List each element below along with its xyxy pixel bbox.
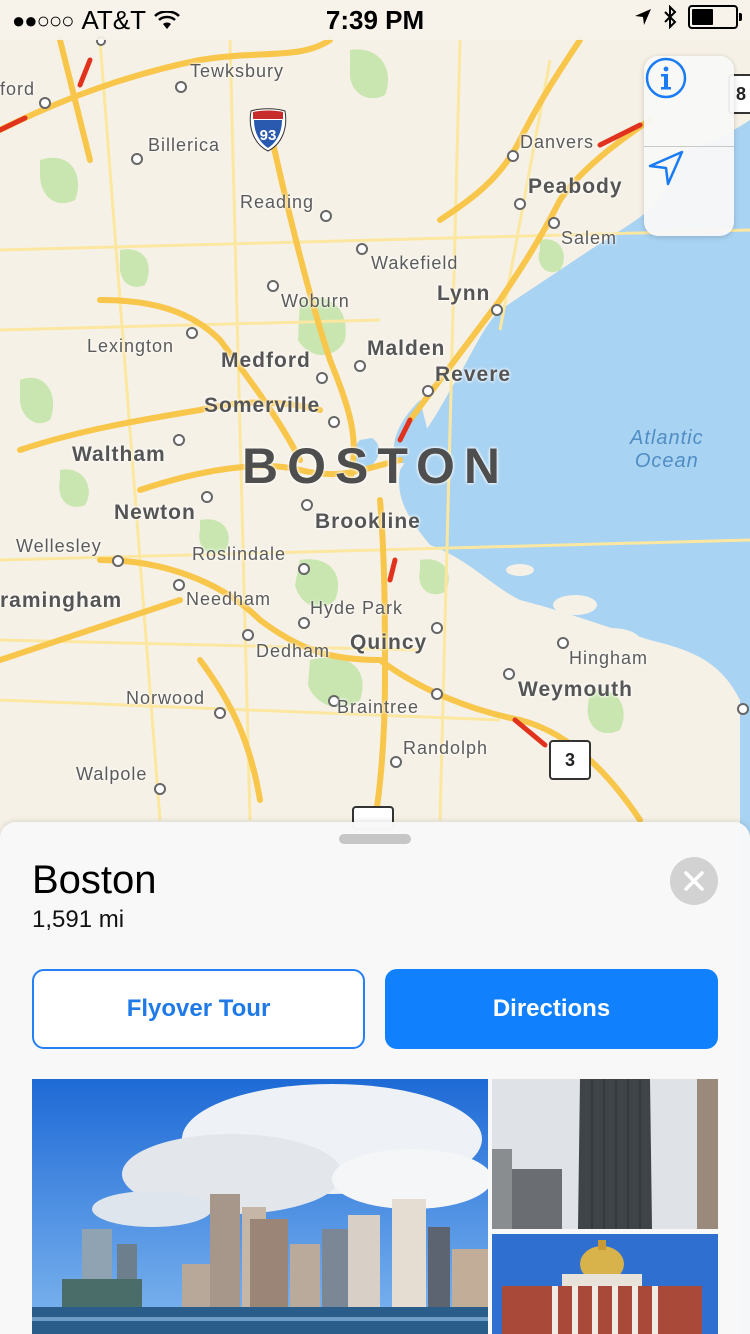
map-label-somerville[interactable]: Somerville (204, 394, 320, 418)
map-label-revere[interactable]: Revere (435, 363, 511, 387)
sheet-grabber-handle[interactable] (339, 834, 411, 844)
map-label-atlantic-ocean: Atlantic Ocean (630, 427, 704, 473)
map-label-roslindale[interactable]: Roslindale (192, 544, 286, 565)
close-icon (684, 871, 704, 891)
directions-button[interactable]: Directions (385, 969, 718, 1049)
map-label-hyde-park[interactable]: Hyde Park (310, 598, 403, 619)
map-label-tewksbury[interactable]: Tewksbury (190, 61, 284, 82)
map-label-brookline[interactable]: Brookline (315, 510, 421, 534)
map-label-wellesley[interactable]: Wellesley (16, 536, 102, 557)
boston-skyline-photo[interactable] (32, 1079, 488, 1334)
map-label-malden[interactable]: Malden (367, 337, 445, 361)
map-label-medford[interactable]: Medford (221, 349, 311, 373)
map-label-framingham[interactable]: ramingham (0, 589, 122, 613)
water-label-line-2: Ocean (634, 450, 699, 472)
map-label-boston[interactable]: BOSTON (242, 437, 509, 495)
status-bar: ●●○○○ AT&T 7:39 PM (0, 0, 750, 40)
map-label-lexington[interactable]: Lexington (87, 336, 174, 357)
battery-icon (688, 5, 742, 29)
water-label-line-1: Atlantic (630, 427, 704, 449)
map-label-ford[interactable]: ford (0, 79, 35, 100)
map-label-randolph[interactable]: Randolph (403, 738, 488, 759)
map-label-dedham[interactable]: Dedham (256, 641, 330, 662)
map-label-reading[interactable]: Reading (240, 192, 314, 213)
track-location-button[interactable] (644, 146, 734, 236)
map-label-norwood[interactable]: Norwood (126, 688, 205, 709)
place-title: Boston (32, 858, 157, 902)
map-label-peabody[interactable]: Peabody (528, 175, 623, 199)
place-distance: 1,591 mi (32, 906, 125, 933)
map-label-hingham[interactable]: Hingham (569, 648, 648, 669)
location-services-icon (635, 9, 651, 25)
map-label-billerica[interactable]: Billerica (148, 135, 220, 156)
close-button[interactable] (670, 857, 718, 905)
bluetooth-icon (664, 5, 677, 29)
interstate-shield-number: 93 (260, 127, 277, 144)
map-controls (644, 56, 734, 236)
map-label-wakefield[interactable]: Wakefield (371, 253, 458, 274)
info-button[interactable] (644, 56, 734, 147)
map-label-salem[interactable]: Salem (561, 228, 617, 249)
map-label-newton[interactable]: Newton (114, 501, 196, 525)
flyover-tour-button[interactable]: Flyover Tour (32, 969, 365, 1049)
map-label-waltham[interactable]: Waltham (72, 443, 166, 467)
map-label-braintree[interactable]: Braintree (337, 697, 419, 718)
place-card[interactable]: Boston 1,591 mi Flyover Tour Directions (0, 822, 750, 1334)
interstate-shield-icon: 93 (248, 108, 288, 152)
map-label-weymouth[interactable]: Weymouth (518, 678, 633, 702)
map-label-needham[interactable]: Needham (186, 589, 271, 610)
map-label-quincy[interactable]: Quincy (350, 631, 427, 655)
location-arrow-icon (648, 150, 684, 186)
map-label-woburn[interactable]: Woburn (281, 291, 350, 312)
map-label-danvers[interactable]: Danvers (520, 132, 594, 153)
map-label-lynn[interactable]: Lynn (437, 282, 490, 306)
route-sign-3: 3 (549, 740, 591, 780)
info-icon (645, 57, 687, 99)
state-house-photo[interactable] (492, 1234, 718, 1334)
map-label-walpole[interactable]: Walpole (76, 764, 147, 785)
prudential-tower-photo[interactable] (492, 1079, 718, 1229)
battery-level (692, 9, 713, 25)
